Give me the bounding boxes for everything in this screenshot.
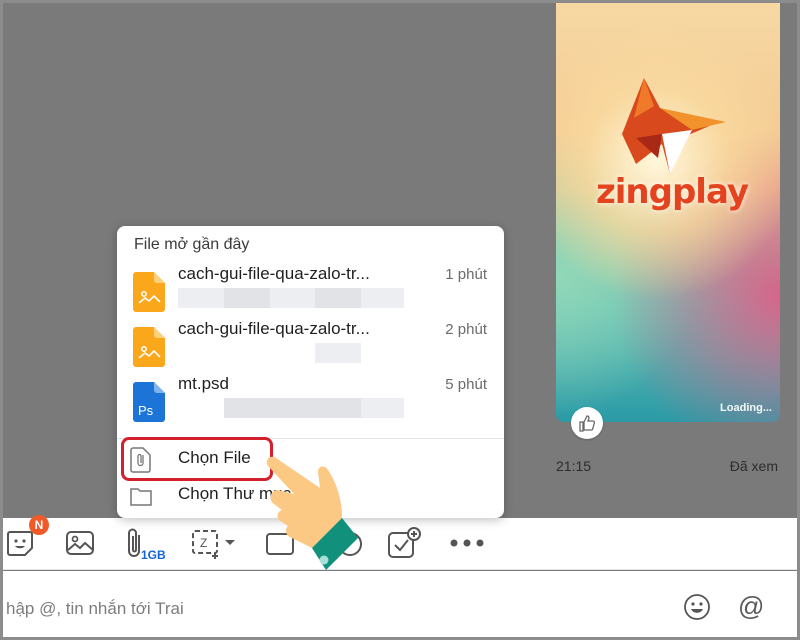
file-path-blurred <box>270 288 315 308</box>
thumbs-up-icon <box>579 415 596 432</box>
send-image-button[interactable] <box>65 526 95 560</box>
chat-toolbar: N 1GB Z <box>3 515 797 570</box>
brand-text: zingplay <box>595 172 749 212</box>
recent-file-item[interactable]: cach-gui-file-qua-zalo-tr... 1 phút <box>117 264 504 318</box>
sticker-icon <box>7 531 33 556</box>
svg-text:Z: Z <box>200 536 207 550</box>
file-path-blurred <box>224 288 270 308</box>
file-path-blurred <box>315 343 361 363</box>
file-time: 1 phút <box>445 266 487 283</box>
file-time: 5 phút <box>445 376 487 393</box>
folder-icon <box>130 488 152 506</box>
seen-status: Đã xem <box>729 458 778 474</box>
file-path-blurred <box>361 288 404 308</box>
file-time: 2 phút <box>445 321 487 338</box>
file-path-blurred <box>315 398 361 418</box>
photoshop-file-icon: Ps <box>133 382 165 422</box>
message-time: 21:15 <box>556 458 592 474</box>
image-file-icon <box>133 272 165 312</box>
more-button[interactable] <box>449 526 485 560</box>
todo-button[interactable] <box>387 526 421 560</box>
message-input[interactable] <box>3 595 643 623</box>
popup-title: File mở gần đây <box>134 236 250 253</box>
recent-file-item[interactable]: cach-gui-file-qua-zalo-tr... 2 phút <box>117 319 504 373</box>
fox-logo-icon <box>622 78 726 174</box>
loading-label: Loading... <box>720 402 772 414</box>
file-path-blurred <box>224 398 270 418</box>
image-file-icon <box>133 327 165 367</box>
new-badge: N <box>29 515 49 535</box>
more-dots-icon <box>450 539 484 547</box>
screenshot-button[interactable]: Z <box>191 526 239 560</box>
hand-pointer-icon <box>266 456 358 570</box>
file-name: cach-gui-file-qua-zalo-tr... <box>178 319 370 338</box>
mention-icon[interactable]: @ <box>738 591 764 622</box>
like-button[interactable] <box>571 407 603 439</box>
file-path-blurred <box>361 398 404 418</box>
image-icon <box>66 531 94 555</box>
message-composer: @ <box>3 571 797 637</box>
file-name: mt.psd <box>178 374 230 393</box>
file-path-blurred <box>178 288 224 308</box>
file-name: cach-gui-file-qua-zalo-tr... <box>178 264 370 283</box>
screenshot-icon: Z <box>192 530 235 559</box>
file-path-blurred <box>315 288 361 308</box>
file-path-blurred <box>270 398 315 418</box>
recent-file-item[interactable]: Ps mt.psd 5 phút <box>117 374 504 428</box>
emoji-icon[interactable] <box>683 593 711 621</box>
attach-limit-label: 1GB <box>141 548 166 562</box>
chat-image-message[interactable]: zingplay Loading... <box>556 0 780 422</box>
todo-add-icon <box>388 527 421 558</box>
svg-text:Ps: Ps <box>138 403 154 418</box>
